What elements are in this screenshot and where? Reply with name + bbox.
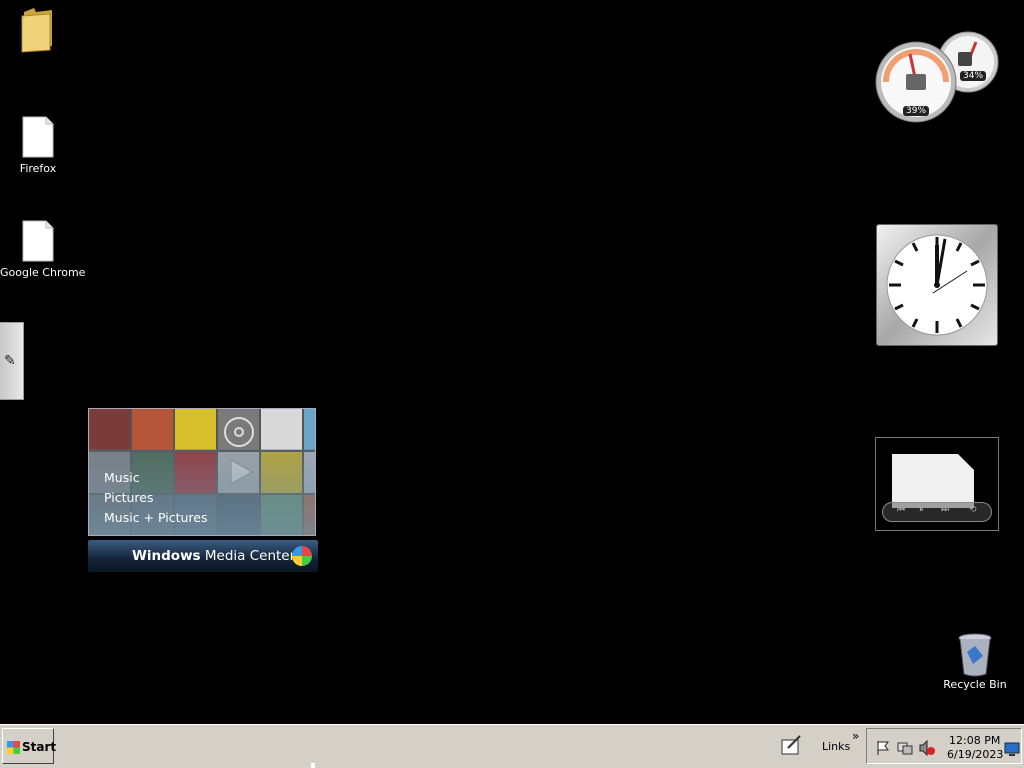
memory-percent: 34%	[960, 71, 987, 81]
firefox-label: Firefox	[19, 162, 57, 175]
media-tiles[interactable]: Music Pictures Music + Pictures	[88, 408, 316, 536]
title-bold: Windows	[132, 548, 201, 564]
previous-icon[interactable]: ⏮	[897, 505, 905, 515]
show-desktop-icon[interactable]	[1004, 741, 1020, 757]
slideshow-controls: ⏮ ⏸ ⏭ ⟲	[882, 502, 992, 522]
clock-date[interactable]: 6/19/2023	[947, 748, 1003, 761]
system-tray: 12:08 PM 6/19/2023	[866, 728, 1022, 764]
start-button[interactable]: Start	[2, 728, 57, 764]
google-chrome-label: Google Chrome	[0, 266, 86, 279]
slideshow-gadget[interactable]: ⏮ ⏸ ⏭ ⟲	[875, 437, 999, 531]
wmc-item-pictures[interactable]: Pictures	[104, 490, 154, 505]
taskbar: Start Links » 12:08 PM 6/19/2023	[0, 724, 1024, 768]
recycle-bin-label: Recycle Bin	[943, 678, 1007, 691]
links-toolbar[interactable]: Links	[822, 740, 850, 753]
mouse-cursor	[311, 763, 315, 768]
media-center-title: Windows Media Center	[132, 548, 295, 564]
desktop-icon-folder[interactable]	[0, 6, 76, 58]
desktop-icon-firefox[interactable]: Firefox	[0, 116, 76, 175]
recycle-bin-icon	[958, 633, 992, 677]
clock-face	[886, 234, 988, 336]
blank-image-icon	[892, 454, 974, 508]
pause-icon[interactable]: ⏸	[919, 505, 924, 515]
cpu-meter-gadget[interactable]: 39% 34%	[872, 30, 1002, 128]
cpu-percent: 39%	[903, 106, 930, 116]
volume-muted-icon[interactable]	[919, 740, 935, 756]
action-center-flag-icon[interactable]	[875, 740, 891, 756]
windows-flag-icon	[7, 741, 20, 754]
media-center-bar[interactable]: Windows Media Center	[88, 540, 318, 572]
next-icon[interactable]: ⏭	[941, 505, 949, 515]
desktop-icon-recycle-bin[interactable]: Recycle Bin	[938, 632, 1012, 691]
media-center-gadget[interactable]: Music Pictures Music + Pictures Windows …	[88, 408, 318, 574]
notepad-pen-icon[interactable]	[780, 734, 802, 756]
pen-edit-icon: ✎	[4, 353, 16, 369]
wmc-item-music[interactable]: Music	[104, 470, 140, 485]
wmc-item-music-pictures[interactable]: Music + Pictures	[104, 510, 208, 525]
file-icon	[22, 220, 54, 262]
start-label: Start	[22, 740, 57, 754]
folder-icon	[21, 8, 52, 53]
title-rest: Media Center	[200, 548, 296, 564]
clock-time[interactable]: 12:08 PM	[949, 734, 1000, 747]
sidebar-tab[interactable]: ✎	[0, 322, 24, 400]
desktop-icon-google-chrome[interactable]: Google Chrome	[0, 220, 86, 279]
disc-icon	[224, 417, 254, 447]
view-icon[interactable]: ⟲	[969, 505, 977, 515]
toolbar-chevron-icon[interactable]: »	[852, 729, 859, 743]
windows-logo-icon	[292, 546, 312, 566]
network-icon[interactable]	[897, 740, 913, 756]
file-icon	[22, 116, 54, 158]
clock-gadget[interactable]	[876, 224, 998, 346]
